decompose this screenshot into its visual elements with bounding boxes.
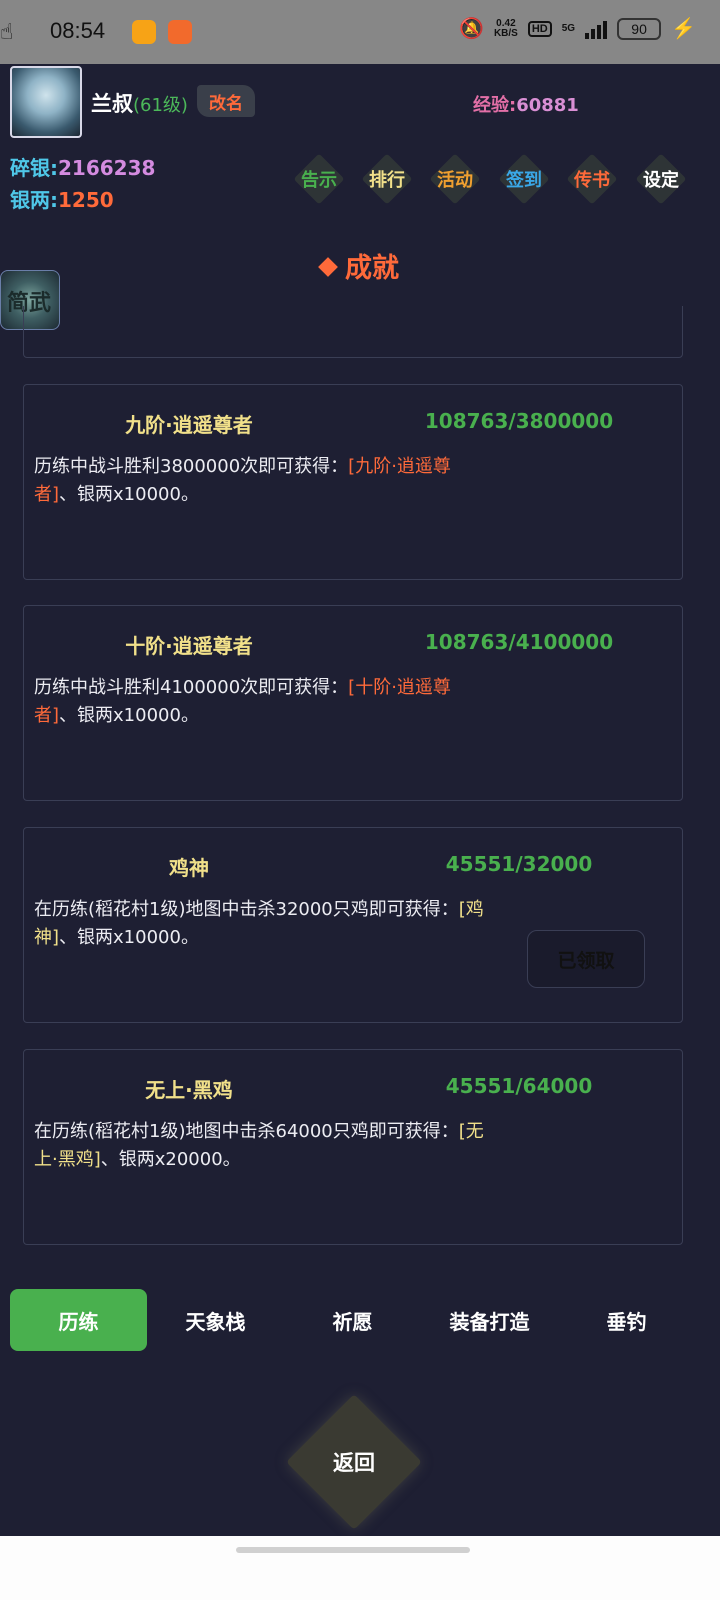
- player-level: (61级): [133, 95, 188, 116]
- network-speed-unit: KB/S: [493, 27, 518, 39]
- gesture-bar-area: [0, 1536, 720, 1600]
- menu-ranking-button[interactable]: 排行: [357, 149, 417, 209]
- back-button-label: 返回: [333, 1451, 375, 1475]
- achievement-desc-suffix: 、银两x10000。: [59, 927, 199, 948]
- exp-value: 60881: [516, 95, 579, 116]
- achievement-card-partial: [23, 306, 683, 358]
- achievement-description: 在历练(稻花村1级)地图中击杀32000只鸡即可获得：[鸡神]、银两x10000…: [34, 896, 484, 952]
- achievement-progress: 45551/64000: [445, 1074, 593, 1098]
- achievement-desc-prefix: 历练中战斗胜利3800000次即可获得：: [34, 456, 349, 477]
- mute-bell-icon: 🔕: [459, 18, 484, 40]
- status-right-group: 🔕 0.42 KB/S HD 5G 90 ⚡: [459, 16, 696, 41]
- achievement-progress: 45551/32000: [445, 852, 593, 876]
- achievement-desc-prefix: 在历练(稻花村1级)地图中击杀32000只鸡即可获得：: [34, 899, 459, 920]
- network-speed: 0.42 KB/S: [493, 17, 518, 39]
- achievement-description: 历练中战斗胜利3800000次即可获得：[九阶·逍遥尊者]、银两x10000。: [34, 453, 484, 509]
- menu-ranking-label: 排行: [369, 170, 405, 191]
- diamond-icon: [318, 256, 338, 277]
- section-title: 成就: [0, 246, 720, 285]
- achievement-title: 十阶·逍遥尊者: [125, 634, 253, 658]
- menu-checkin-label: 签到: [506, 170, 542, 191]
- menu-activity-button[interactable]: 活动: [425, 149, 485, 209]
- achievement-progress: 108763/4100000: [424, 630, 614, 654]
- battery-level: 90: [631, 20, 647, 37]
- player-name-line: 兰叔(61级): [91, 88, 188, 118]
- network-type: 5G: [561, 22, 576, 34]
- achievement-title: 九阶·逍遥尊者: [125, 413, 253, 437]
- menu-activity-label: 活动: [437, 170, 473, 191]
- menu-checkin-button[interactable]: 签到: [494, 149, 554, 209]
- silver-taels-label: 银两:: [10, 188, 58, 212]
- achievement-card: 鸡神 45551/32000 在历练(稻花村1级)地图中击杀32000只鸡即可获…: [23, 827, 683, 1023]
- signal-icon: [585, 19, 608, 39]
- silver-taels: 银两:1250: [10, 184, 114, 213]
- bottom-tabs: 历练 天象栈 祈愿 装备打造 垂钓: [10, 1289, 700, 1351]
- tab-training[interactable]: 历练: [10, 1289, 147, 1351]
- tab-wish[interactable]: 祈愿: [284, 1289, 421, 1351]
- charging-icon: ⚡: [671, 18, 696, 40]
- menu-mail-label: 传书: [574, 170, 610, 191]
- home-indicator[interactable]: [236, 1547, 470, 1553]
- weibo-icon: [132, 20, 156, 44]
- achievement-title: 鸡神: [169, 856, 209, 880]
- exp-label: 经验:: [473, 95, 517, 116]
- tab-celestial-inn[interactable]: 天象栈: [147, 1289, 284, 1351]
- achievement-title: 无上·黑鸡: [145, 1078, 233, 1102]
- player-avatar[interactable]: [10, 66, 82, 138]
- achievement-description: 在历练(稻花村1级)地图中击杀64000只鸡即可获得：[无上·黑鸡]、银两x20…: [34, 1118, 484, 1174]
- achievement-card: 九阶·逍遥尊者 108763/3800000 历练中战斗胜利3800000次即可…: [23, 384, 683, 580]
- silver-fragments-value: 2166238: [58, 156, 156, 180]
- menu-mail-button[interactable]: 传书: [562, 149, 622, 209]
- tab-forge[interactable]: 装备打造: [421, 1289, 558, 1351]
- achievement-desc-suffix: 、银两x10000。: [59, 484, 199, 505]
- tab-fishing[interactable]: 垂钓: [558, 1289, 695, 1351]
- achievement-desc-suffix: 、银两x10000。: [59, 705, 199, 726]
- battery-icon: 90: [617, 17, 662, 40]
- menu-notice-button[interactable]: 告示: [289, 149, 349, 209]
- back-button[interactable]: 返回: [286, 1394, 422, 1530]
- achievement-card: 十阶·逍遥尊者 108763/4100000 历练中战斗胜利4100000次即可…: [23, 605, 683, 801]
- exp-display: 经验:60881: [473, 91, 579, 117]
- silver-fragments-label: 碎银:: [10, 156, 58, 180]
- achievement-card: 无上·黑鸡 45551/64000 在历练(稻花村1级)地图中击杀64000只鸡…: [23, 1049, 683, 1245]
- menu-settings-button[interactable]: 设定: [631, 149, 691, 209]
- claimed-button[interactable]: 已领取: [527, 930, 645, 988]
- silver-fragments: 碎银:2166238: [10, 152, 155, 181]
- achievement-list[interactable]: 九阶·逍遥尊者 108763/3800000 历练中战斗胜利3800000次即可…: [0, 306, 720, 1280]
- hd-badge: HD: [527, 20, 552, 37]
- book-app-icon: [168, 20, 192, 44]
- rename-button[interactable]: 改名: [197, 85, 255, 117]
- achievement-desc-prefix: 历练中战斗胜利4100000次即可获得：: [34, 677, 349, 698]
- touch-hand-icon: ☝: [0, 19, 14, 45]
- section-title-text: 成就: [345, 253, 399, 284]
- silver-taels-value: 1250: [58, 188, 114, 212]
- menu-settings-label: 设定: [643, 170, 679, 191]
- status-bar: 08:54 ☝ 🔕 0.42 KB/S HD 5G 90 ⚡: [0, 0, 720, 64]
- achievement-desc-suffix: 、银两x20000。: [100, 1149, 241, 1170]
- network-speed-value: 0.42: [496, 17, 516, 29]
- achievement-desc-prefix: 在历练(稻花村1级)地图中击杀64000只鸡即可获得：: [34, 1121, 459, 1142]
- achievement-description: 历练中战斗胜利4100000次即可获得：[十阶·逍遥尊者]、银两x10000。: [34, 674, 484, 730]
- menu-notice-label: 告示: [301, 170, 337, 191]
- status-time: 08:54: [50, 18, 106, 43]
- achievement-progress: 108763/3800000: [424, 409, 614, 433]
- player-name: 兰叔: [91, 92, 133, 116]
